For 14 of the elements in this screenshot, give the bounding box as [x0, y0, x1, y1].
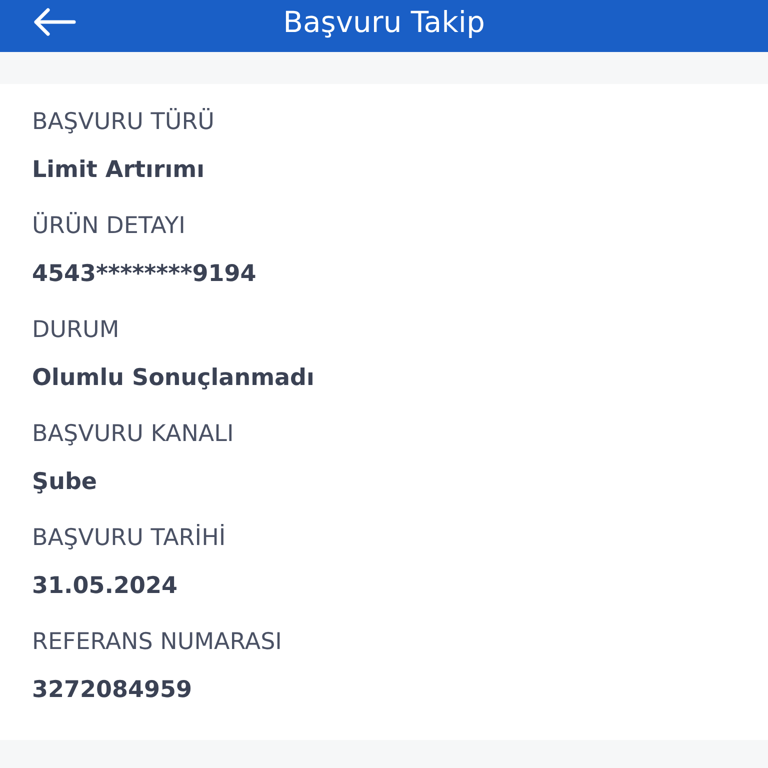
field-value: 4543********9194: [32, 260, 256, 289]
field-value: Şube: [32, 468, 98, 497]
field-label: BAŞVURU KANALI: [32, 420, 234, 449]
screen-title: Başvuru Takip: [283, 4, 485, 41]
field-value: Olumlu Sonuçlanmadı: [32, 364, 314, 393]
field-value: Limit Artırımı: [32, 156, 204, 185]
field-value: 31.05.2024: [32, 572, 178, 601]
field-label: DURUM: [32, 316, 120, 345]
field-label: ÜRÜN DETAYI: [32, 211, 186, 241]
field-label: BAŞVURU TARİHİ: [32, 523, 226, 553]
back-arrow-icon: [32, 7, 76, 37]
field-label: REFERANS NUMARASI: [32, 628, 282, 657]
field-label: BAŞVURU TÜRÜ: [32, 107, 215, 137]
field-value: 3272084959: [32, 676, 192, 705]
